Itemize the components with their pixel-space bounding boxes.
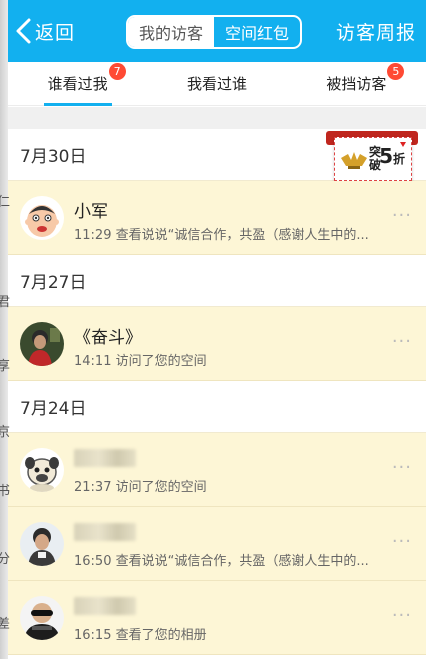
background-text-fragment: 仁 — [0, 195, 11, 210]
visit-time: 16:50 — [74, 554, 112, 569]
unread-count-badge: 7 — [108, 63, 126, 80]
date-label: 7月27日 — [20, 273, 87, 293]
chevron-left-icon — [16, 18, 31, 44]
background-text-fragment: 君 — [0, 295, 11, 310]
visit-description: 14:11 访问了您的空间 — [74, 350, 374, 369]
visitor-list: 7月30日 突 破 5折 小军 11:29 查看说说“诚信合作，共盈（感谢人生中… — [8, 129, 426, 655]
back-label: 返回 — [35, 21, 76, 44]
photo-avatar[interactable] — [20, 322, 64, 366]
date-label: 7月24日 — [20, 399, 87, 419]
visitor-row[interactable]: 21:37 访问了您的空间 ··· — [8, 433, 426, 507]
segment-space-red-packet[interactable]: 空间红包 — [214, 17, 300, 47]
background-text-fragment: 享 — [0, 359, 11, 374]
visitor-name: 《奋斗》 — [74, 328, 142, 348]
promo-discount-unit: 折 — [392, 152, 405, 166]
background-text-fragment: 书 — [0, 484, 11, 499]
tab-blocked-visitors[interactable]: 被挡访客 5 — [287, 62, 426, 105]
date-header: 7月27日 — [8, 255, 426, 307]
visitor-name: 小军 — [74, 202, 108, 222]
back-button[interactable]: 返回 — [14, 14, 75, 48]
active-tab-underline — [43, 103, 112, 106]
tab-label-wrapper: 谁看过我 7 — [43, 63, 126, 106]
visit-action: 查看说说“诚信合作，共盈（感谢人生中的... — [115, 228, 369, 243]
more-options-button[interactable]: ··· — [392, 457, 412, 478]
background-text-fragment: 京 — [0, 425, 11, 440]
promo-discount-number: 5 — [379, 144, 393, 168]
top-header-bar: 返回 我的访客 空间红包 访客周报 — [8, 0, 426, 62]
more-options-button[interactable]: ··· — [392, 531, 412, 552]
pug-dog-icon — [20, 448, 64, 492]
sunglasses-avatar[interactable] — [20, 596, 64, 640]
visit-action: 访问了您的空间 — [115, 480, 207, 495]
cartoon-face-icon — [20, 196, 64, 240]
background-text-fragment: 差 — [0, 617, 11, 632]
visit-description: 11:29 查看说说“诚信合作，共盈（感谢人生中的... — [74, 224, 374, 243]
visit-description: 16:50 查看说说“诚信合作，共盈（感谢人生中的... — [74, 550, 374, 569]
promo-card: 突 破 5折 — [334, 137, 412, 181]
date-header: 7月24日 — [8, 381, 426, 433]
visit-time: 14:11 — [74, 354, 112, 369]
visit-description: 16:15 查看了您的相册 — [74, 624, 374, 643]
segment-my-visitors[interactable]: 我的访客 — [128, 17, 214, 47]
visitor-weekly-report-button[interactable]: 访客周报 — [336, 18, 416, 45]
visit-action: 查看了您的相册 — [115, 628, 207, 643]
visitor-tabs: 谁看过我 7 我看过谁 被挡访客 5 — [8, 62, 426, 106]
visitors-panel: 返回 我的访客 空间红包 访客周报 谁看过我 7 我看过谁 被挡访客 5 7月3… — [8, 0, 426, 659]
cartoon-avatar[interactable] — [20, 196, 64, 240]
visitor-row[interactable]: 16:15 查看了您的相册 ··· — [8, 581, 426, 655]
crown-wings-icon — [341, 152, 367, 169]
visitor-row[interactable]: 《奋斗》 14:11 访问了您的空间 ··· — [8, 307, 426, 381]
tab-label-wrapper: 被挡访客 5 — [326, 63, 405, 94]
visit-time: 21:37 — [74, 480, 112, 495]
background-page-strip: 仁 君 享 京 书 分 差 — [0, 0, 11, 659]
child-avatar[interactable] — [20, 522, 64, 566]
tab-who-i-viewed[interactable]: 我看过谁 — [147, 62, 286, 105]
section-divider — [8, 107, 426, 129]
discount-promo-badge[interactable]: 突 破 5折 — [326, 131, 418, 183]
blocked-count-badge: 5 — [387, 63, 405, 80]
visit-action: 查看说说“诚信合作，共盈（感谢人生中的... — [115, 554, 369, 569]
background-text-fragment: 分 — [0, 552, 11, 567]
child-photo-icon — [20, 522, 64, 566]
hidden-visitor-name — [74, 449, 136, 467]
tab-label: 被挡访客 — [326, 75, 387, 93]
visitor-row[interactable]: 小军 11:29 查看说说“诚信合作，共盈（感谢人生中的... ··· — [8, 181, 426, 255]
more-options-button[interactable]: ··· — [392, 605, 412, 626]
tab-label: 我看过谁 — [186, 75, 247, 93]
visit-action: 访问了您的空间 — [115, 354, 207, 369]
tab-label: 谁看过我 — [47, 75, 108, 93]
visit-description: 21:37 访问了您的空间 — [74, 476, 374, 495]
down-arrow-icon — [400, 142, 406, 147]
hidden-visitor-name — [74, 523, 136, 541]
sunglasses-man-icon — [20, 596, 64, 640]
visitor-row[interactable]: 16:50 查看说说“诚信合作，共盈（感谢人生中的... ··· — [8, 507, 426, 581]
visit-time: 16:15 — [74, 628, 112, 643]
more-options-button[interactable]: ··· — [392, 331, 412, 352]
segmented-control: 我的访客 空间红包 — [126, 15, 302, 49]
portrait-photo-icon — [20, 322, 64, 366]
visit-time: 11:29 — [74, 228, 112, 243]
date-header: 7月30日 突 破 5折 — [8, 129, 426, 181]
tab-label-wrapper: 我看过谁 — [187, 73, 247, 94]
tab-who-viewed-me[interactable]: 谁看过我 7 — [8, 62, 147, 106]
more-options-button[interactable]: ··· — [392, 205, 412, 226]
dog-avatar[interactable] — [20, 448, 64, 492]
date-label: 7月30日 — [20, 147, 87, 167]
hidden-visitor-name — [74, 597, 136, 615]
